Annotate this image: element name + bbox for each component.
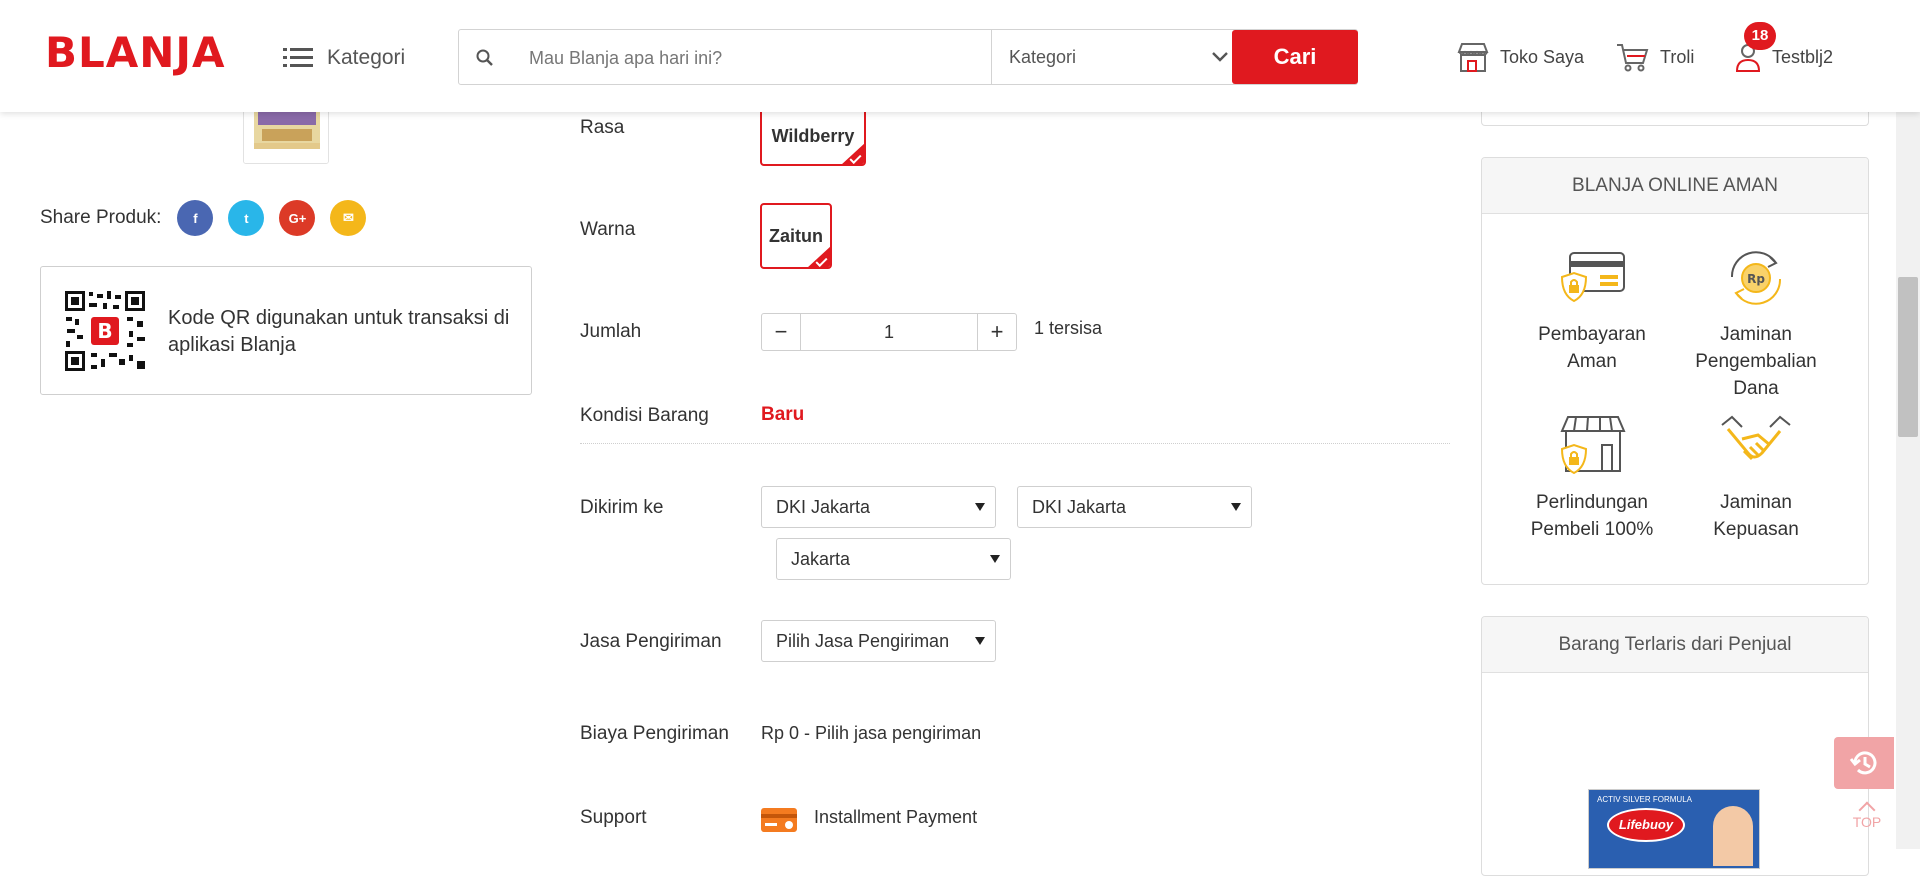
caret-down-icon <box>975 637 985 645</box>
shipping-service-select[interactable]: Pilih Jasa Pengiriman <box>761 620 996 662</box>
province-select[interactable]: DKI Jakarta <box>761 486 996 528</box>
twitter-share-button[interactable]: t <box>228 200 265 236</box>
caret-down-icon <box>990 555 1000 563</box>
facebook-share-button[interactable]: f <box>177 200 214 236</box>
search-category-select[interactable]: Kategori <box>1009 30 1239 84</box>
twitter-icon: t <box>244 210 249 226</box>
rasa-label: Rasa <box>580 117 625 138</box>
terlaris-card-title: Barang Terlaris dari Penjual <box>1482 617 1868 673</box>
product-tagline: ACTIV SILVER FORMULA <box>1597 795 1692 804</box>
city-value: DKI Jakarta <box>1032 496 1127 517</box>
warna-option-zaitun[interactable]: Zaitun <box>760 203 832 269</box>
toko-saya-label: Toko Saya <box>1500 46 1585 67</box>
bestseller-product-image[interactable]: ACTIV SILVER FORMULA Lifebuoy <box>1588 789 1760 869</box>
email-icon: ✉ <box>343 210 354 225</box>
feature-pembayaran-aman: Pembayaran Aman <box>1517 245 1667 375</box>
aman-card-title: BLANJA ONLINE AMAN <box>1482 158 1868 214</box>
search-input[interactable] <box>527 40 927 76</box>
back-to-top-button[interactable]: TOP <box>1850 800 1884 830</box>
search-icon <box>476 49 493 66</box>
support-value: Installment Payment <box>814 807 978 827</box>
warna-option-label: Zaitun <box>769 225 823 246</box>
feature-perlindungan-pembeli: Perlindungan Pembeli 100% <box>1517 413 1667 543</box>
toko-saya-link[interactable]: Toko Saya <box>1456 40 1584 74</box>
user-name: Testblj2 <box>1772 46 1834 67</box>
email-share-button[interactable]: ✉ <box>330 200 367 236</box>
scrollbar-thumb[interactable] <box>1898 277 1918 437</box>
history-icon <box>1849 751 1877 775</box>
shipping-service-value: Pilih Jasa Pengiriman <box>776 630 950 651</box>
district-value: Jakarta <box>791 548 851 569</box>
feature-jaminan-pengembalian-dana: Rp Jaminan Pengembalian Dana <box>1681 245 1831 402</box>
search-divider <box>991 30 992 84</box>
product-model-figure <box>1713 806 1753 866</box>
district-select[interactable]: Jakarta <box>776 538 1011 580</box>
dikirim-label: Dikirim ke <box>580 497 664 518</box>
warna-label: Warna <box>580 219 636 240</box>
kondisi-label: Kondisi Barang <box>580 405 709 426</box>
share-label: Share Produk: <box>40 207 162 228</box>
svg-text:B: B <box>97 319 112 343</box>
quantity-increase-button[interactable]: + <box>978 314 1016 350</box>
jumlah-label: Jumlah <box>580 321 642 342</box>
kategori-label: Kategori <box>327 46 406 69</box>
biaya-pengiriman-label: Biaya Pengiriman <box>580 723 729 744</box>
feature-jaminan-kepuasan: Jaminan Kepuasan <box>1681 413 1831 543</box>
feature-label: Perlindungan Pembeli 100% <box>1530 492 1654 540</box>
kondisi-value: Baru <box>761 404 805 425</box>
list-menu-icon <box>283 48 313 67</box>
share-product: Share Produk: f t G+ ✉ <box>40 198 381 238</box>
feature-label: Jaminan Kepuasan <box>1713 492 1799 540</box>
history-button[interactable] <box>1834 737 1894 789</box>
shipping-cost-value: Rp 0 - Pilih jasa pengiriman <box>761 723 982 743</box>
chevron-down-icon <box>1212 52 1228 62</box>
troli-label: Troli <box>1660 46 1695 67</box>
cart-icon <box>1617 44 1649 72</box>
barang-terlaris-card: Barang Terlaris dari Penjual ACTIV SILVE… <box>1481 616 1869 876</box>
google-plus-icon: G+ <box>288 210 307 226</box>
troli-link[interactable]: Troli <box>1616 40 1694 74</box>
stock-remaining: 1 tersisa <box>1034 318 1103 338</box>
quantity-stepper: − 1 + <box>761 313 1017 351</box>
support-label: Support <box>580 807 647 828</box>
card-shield-icon <box>1560 252 1625 303</box>
section-divider <box>580 443 1450 444</box>
jasa-pengiriman-label: Jasa Pengiriman <box>580 631 722 652</box>
product-brand: Lifebuoy <box>1607 808 1685 842</box>
city-select[interactable]: DKI Jakarta <box>1017 486 1252 528</box>
qr-code-icon: B <box>63 289 147 373</box>
notification-badge: 18 <box>1744 22 1776 50</box>
quantity-decrease-button[interactable]: − <box>762 314 800 350</box>
money-back-icon: Rp <box>1730 251 1782 305</box>
facebook-icon: f <box>193 210 198 226</box>
page-scrollbar[interactable] <box>1896 112 1920 849</box>
store-shield-icon <box>1560 416 1626 475</box>
kategori-menu-button[interactable]: Kategori <box>283 40 405 76</box>
feature-label: Jaminan Pengembalian Dana <box>1695 324 1817 399</box>
top-header: BLANJA Kategori Kategori Cari <box>0 0 1920 112</box>
handshake-icon <box>1721 415 1791 461</box>
search-button[interactable]: Cari <box>1232 30 1358 84</box>
store-icon <box>1457 43 1489 72</box>
svg-text:Rp: Rp <box>1747 272 1765 286</box>
province-value: DKI Jakarta <box>776 496 871 517</box>
search-category-value: Kategori <box>1009 46 1077 67</box>
blanja-logo[interactable]: BLANJA <box>45 28 226 78</box>
qr-code-box: B Kode QR digunakan untuk transaksi di a… <box>40 266 532 395</box>
quantity-input[interactable]: 1 <box>800 314 978 350</box>
qr-description: Kode QR digunakan untuk transaksi di apl… <box>168 307 510 356</box>
google-plus-share-button[interactable]: G+ <box>279 200 316 236</box>
caret-down-icon <box>1231 503 1241 511</box>
installment-card-icon <box>761 808 797 832</box>
caret-down-icon <box>975 503 985 511</box>
feature-label: Pembayaran Aman <box>1538 324 1646 372</box>
search-bar: Kategori <box>458 29 1358 85</box>
